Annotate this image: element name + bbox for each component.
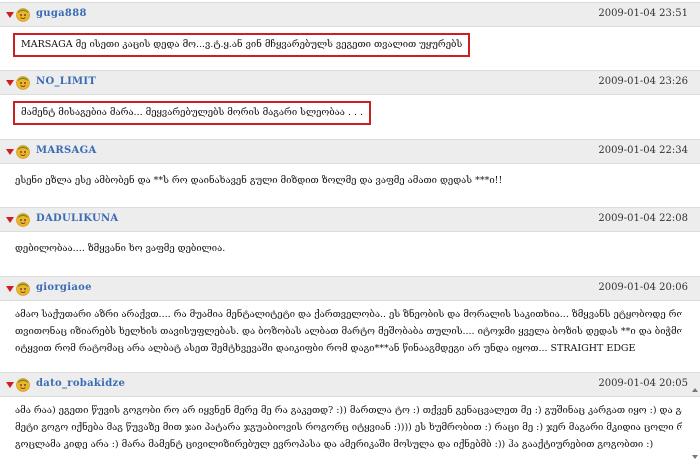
comment-item: giorgiaoe 2009-01-04 20:06 ამაო საქუთარი…: [0, 276, 700, 371]
comment-text: დებილობაა.... ზმყვანი ხო ვაფმე დებილია.: [15, 243, 226, 254]
comment-line: გოცლამა კიდე არა :) მარა მამენტ ცივილიზი…: [15, 439, 654, 450]
scroll-down-icon[interactable]: [692, 455, 698, 459]
comment-line: თვითონაც იზიარებს ხელხის თავისუფლებას. დ…: [15, 326, 682, 337]
comment-item: dato_robakidze 2009-01-04 20:05 ამა რაა)…: [0, 372, 700, 471]
comment-item: NO_LIMIT 2009-01-04 23:26 მამენტ მისაგებ…: [0, 70, 700, 129]
comment-username[interactable]: DADULIKUNA: [36, 213, 119, 224]
comment-body: დებილობაა.... ზმყვანი ხო ვაფმე დებილია.: [0, 232, 700, 272]
comment-date: 2009-01-04 20:06: [598, 282, 688, 293]
comment-text: მამენტ მისაგებია მარა... მეყვარებულებს მ…: [13, 101, 372, 125]
comments-panel: guga888 2009-01-04 23:51 MARSAGA მე ისეთ…: [0, 0, 700, 473]
collapse-arrow-icon[interactable]: [6, 382, 14, 388]
comment-header: NO_LIMIT 2009-01-04 23:26: [0, 70, 700, 95]
comment-header: DADULIKUNA 2009-01-04 22:08: [0, 207, 700, 232]
user-avatar-icon: [16, 145, 30, 159]
comment-body: მამენტ მისაგებია მარა... მეყვარებულებს მ…: [0, 95, 700, 129]
comment-item: MARSAGA 2009-01-04 22:34 ესენი ეზლა ესე …: [0, 139, 700, 204]
comment-item: guga888 2009-01-04 23:51 MARSAGA მე ისეთ…: [0, 2, 700, 61]
collapse-arrow-icon[interactable]: [6, 149, 14, 155]
user-avatar-icon: [16, 76, 30, 90]
collapse-arrow-icon[interactable]: [6, 217, 14, 223]
collapse-arrow-icon[interactable]: [6, 12, 14, 18]
comment-date: 2009-01-04 23:51: [598, 8, 688, 19]
comment-body: MARSAGA მე ისეთი კაცის დედა მო...ვ.ტ.ყ.ა…: [0, 27, 700, 61]
comment-username[interactable]: giorgiaoe: [36, 282, 92, 293]
comment-username[interactable]: guga888: [36, 8, 87, 19]
comment-username[interactable]: MARSAGA: [36, 145, 97, 156]
comment-header: guga888 2009-01-04 23:51: [0, 2, 700, 27]
comment-date: 2009-01-04 20:05: [598, 378, 688, 389]
comment-date: 2009-01-04 22:34: [598, 145, 688, 156]
user-avatar-icon: [16, 378, 30, 392]
comment-body: ესენი ეზლა ესე ამბობენ და **ს რო დაინახა…: [0, 164, 700, 204]
comment-line: იტყვით რომ რატომაც არა ალბატ ასეთ შემტხვ…: [15, 343, 636, 354]
comment-text: MARSAGA მე ისეთი კაცის დედა მო...ვ.ტ.ყ.ა…: [13, 33, 471, 57]
comment-header: dato_robakidze 2009-01-04 20:05: [0, 372, 700, 397]
user-avatar-icon: [16, 282, 30, 296]
collapse-arrow-icon[interactable]: [6, 80, 14, 86]
scrollbar[interactable]: [691, 0, 700, 473]
comment-date: 2009-01-04 23:26: [598, 76, 688, 87]
comment-item: DADULIKUNA 2009-01-04 22:08 დებილობაა...…: [0, 207, 700, 272]
comment-header: MARSAGA 2009-01-04 22:34: [0, 139, 700, 164]
comment-line: ამა რაა) ეგეთი წუვის გოგობი რო არ იყვნენ…: [15, 405, 682, 416]
comment-header: giorgiaoe 2009-01-04 20:06: [0, 276, 700, 301]
collapse-arrow-icon[interactable]: [6, 286, 14, 292]
scroll-up-icon[interactable]: [692, 388, 698, 392]
comment-date: 2009-01-04 22:08: [598, 213, 688, 224]
comment-line: მეტი გოგო იქნება მაგ წუვაზე მით ჯაი პატა…: [15, 422, 682, 433]
user-avatar-icon: [16, 213, 30, 227]
comment-username[interactable]: NO_LIMIT: [36, 76, 96, 87]
user-avatar-icon: [16, 8, 30, 22]
comment-username[interactable]: dato_robakidze: [36, 378, 125, 389]
comment-text: ესენი ეზლა ესე ამბობენ და **ს რო დაინახა…: [15, 175, 503, 186]
comment-body: ამაო საქუთარი აზრი არაქვთ.... რა მუამია …: [0, 301, 700, 371]
comment-line: ამაო საქუთარი აზრი არაქვთ.... რა მუამია …: [15, 309, 682, 320]
comment-body: ამა რაა) ეგეთი წუვის გოგობი რო არ იყვნენ…: [0, 397, 700, 471]
